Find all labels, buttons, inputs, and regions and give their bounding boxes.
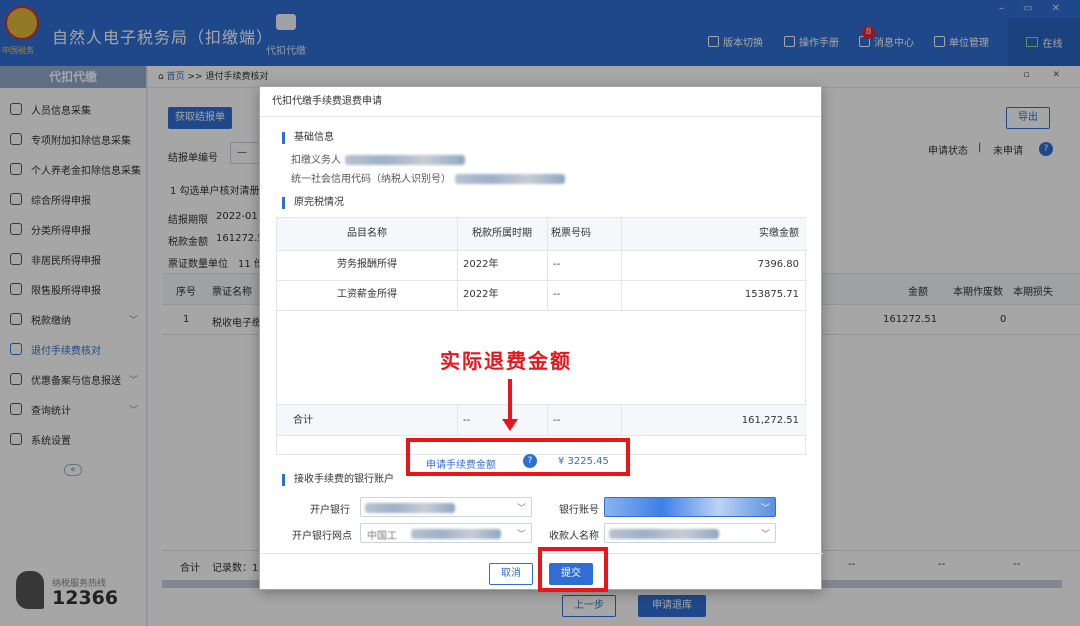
row-divider [277, 310, 807, 311]
row-item: 工资薪金所得 [337, 289, 397, 300]
annotation-arrow-head [502, 419, 518, 431]
total-period: -- [463, 415, 471, 426]
account-select[interactable]: ﹀ [604, 497, 776, 517]
annotation-label: 实际退费金额 [440, 349, 572, 373]
tax-paid-table: 品目名称 税款所属时期 税票号码 实缴金额 劳务报酬所得 2022年 -- 73… [276, 217, 807, 455]
col-divider [547, 404, 548, 436]
total-label: 合计 [293, 415, 313, 426]
credit-code-field: 统一社会信用代码（纳税人识别号） [291, 170, 565, 185]
chevron-down-icon: ﹀ [760, 504, 770, 514]
chevron-down-icon: ﹀ [516, 530, 526, 540]
cancel-button[interactable]: 取消 [489, 563, 533, 585]
chevron-down-icon: ﹀ [760, 530, 770, 540]
fee-refund-dialog: 代扣代缴手续费退费申请 基础信息 扣缴义务人 统一社会信用代码（纳税人识别号） … [259, 86, 823, 592]
annotation-arrow-shaft [508, 379, 512, 421]
bank-redacted [365, 502, 455, 513]
fee-highlight-box [406, 438, 630, 476]
row-period: 2022年 [463, 289, 499, 300]
branch-label: 开户银行网点 [292, 531, 352, 542]
payee-redacted [609, 528, 719, 539]
col-ticket: 税票号码 [547, 218, 621, 250]
dialog-title: 代扣代缴手续费退费申请 [260, 87, 821, 117]
row-item: 劳务报酬所得 [337, 259, 397, 270]
section-bank-account: 接收手续费的银行账户 [282, 474, 394, 486]
chevron-down-icon: ﹀ [516, 504, 526, 514]
account-label: 银行账号 [559, 505, 599, 516]
credit-code-redacted [455, 174, 565, 184]
total-amount: 161,272.51 [741, 415, 799, 426]
branch-select[interactable]: 中国工 ﹀ [360, 523, 532, 543]
col-divider [457, 404, 458, 436]
total-row: 合计 -- -- 161,272.51 [277, 404, 807, 436]
bank-label: 开户银行 [310, 505, 350, 516]
col-divider [547, 218, 548, 311]
col-item: 品目名称 [277, 218, 457, 250]
payee-label: 收款人名称 [549, 531, 599, 542]
col-amount: 实缴金额 [621, 218, 807, 250]
payee-select[interactable]: ﹀ [604, 523, 776, 543]
col-divider [621, 404, 622, 436]
section-basic-info: 基础信息 [282, 132, 334, 144]
total-ticket: -- [553, 415, 561, 426]
bank-select[interactable]: ﹀ [360, 497, 532, 517]
row-period: 2022年 [463, 259, 499, 270]
withholder-redacted [345, 155, 465, 165]
dialog-footer: 取消 提交 [260, 547, 823, 592]
branch-value: 中国工 [367, 531, 397, 542]
submit-highlight-box [538, 547, 608, 592]
dialog-body: 基础信息 扣缴义务人 统一社会信用代码（纳税人识别号） 原完税情况 品目名称 税… [260, 117, 823, 553]
withholder-field: 扣缴义务人 [291, 151, 465, 166]
withholder-label: 扣缴义务人 [291, 155, 341, 166]
row-amount: 153875.71 [744, 289, 799, 300]
credit-code-label: 统一社会信用代码（纳税人识别号） [291, 174, 451, 185]
col-period: 税款所属时期 [457, 218, 547, 250]
row-ticket: -- [553, 259, 561, 270]
row-ticket: -- [553, 289, 561, 300]
section-tax-paid: 原完税情况 [282, 197, 344, 209]
col-divider [457, 218, 458, 311]
row-amount: 7396.80 [757, 259, 799, 270]
branch-redacted [411, 528, 501, 539]
